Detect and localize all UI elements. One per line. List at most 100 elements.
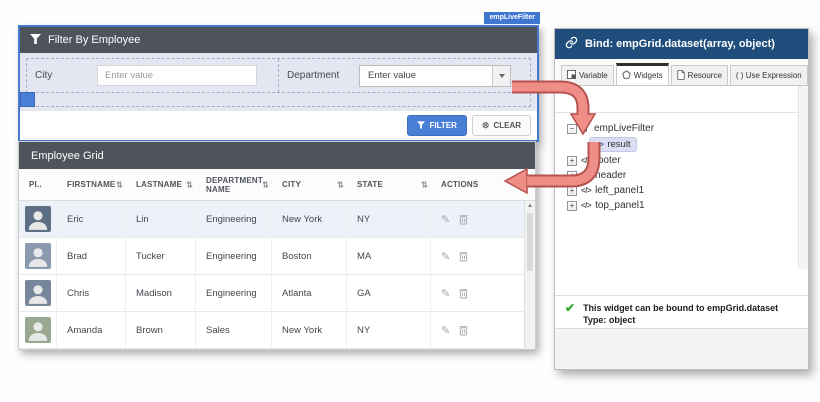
result-label: result bbox=[607, 139, 630, 150]
expand-icon[interactable]: + bbox=[567, 171, 577, 181]
filter-actions-bar: FILTER ⊗ CLEAR bbox=[20, 111, 537, 140]
bind-info-line1: This widget can be bound to empGrid.data… bbox=[583, 302, 778, 314]
sort-icon[interactable]: ⇅ bbox=[262, 180, 269, 189]
tab-variable[interactable]: Variable bbox=[561, 65, 614, 85]
widget-name-badge: empLiveFilter bbox=[484, 12, 540, 24]
bind-dialog: Bind: empGrid.dataset(array, object) Var… bbox=[554, 28, 809, 370]
expand-icon[interactable]: + bbox=[567, 201, 577, 211]
edit-icon[interactable]: ✎ bbox=[441, 287, 450, 300]
tree-node-label: footer bbox=[595, 155, 621, 166]
city-label: City bbox=[35, 70, 87, 81]
col-state: STATE⇅ bbox=[347, 169, 431, 200]
delete-icon[interactable] bbox=[459, 251, 468, 262]
sort-icon[interactable]: ⇅ bbox=[186, 180, 193, 189]
delete-icon[interactable] bbox=[459, 214, 468, 225]
edit-icon[interactable]: ✎ bbox=[441, 324, 450, 337]
table-row[interactable]: Chris Madison Engineering Atlanta GA ✎ bbox=[19, 275, 524, 312]
cell-firstname: Amanda bbox=[57, 312, 126, 348]
check-icon: ✔ bbox=[565, 302, 575, 329]
tree-node-left-panel[interactable]: + </> left_panel1 bbox=[555, 183, 808, 198]
cell-state: NY bbox=[347, 312, 431, 348]
table-row[interactable]: Amanda Brown Sales New York NY ✎ bbox=[19, 312, 524, 349]
filter-button[interactable]: FILTER bbox=[407, 115, 466, 136]
link-icon bbox=[565, 36, 578, 52]
col-actions: ACTIONS bbox=[431, 169, 535, 200]
tab-widgets[interactable]: Widgets bbox=[616, 63, 669, 85]
resource-icon bbox=[677, 70, 685, 82]
delete-icon[interactable] bbox=[459, 325, 468, 336]
code-icon: </> bbox=[581, 156, 591, 165]
result-chip[interactable]: <> result bbox=[589, 137, 637, 152]
filter-button-funnel-icon bbox=[417, 121, 425, 131]
delete-icon[interactable] bbox=[459, 288, 468, 299]
cell-city: New York bbox=[272, 201, 347, 237]
bind-tab-content: − empLiveFilter <> result + </> footer bbox=[555, 86, 808, 278]
cell-firstname: Brad bbox=[57, 238, 126, 274]
sort-icon[interactable]: ⇅ bbox=[337, 180, 344, 189]
city-input[interactable] bbox=[97, 65, 257, 86]
empty-form-row bbox=[26, 93, 531, 107]
sort-icon[interactable]: ⇅ bbox=[116, 180, 123, 189]
tree-node-footer[interactable]: + </> footer bbox=[555, 153, 808, 168]
expand-icon[interactable]: + bbox=[567, 156, 577, 166]
collapse-icon[interactable]: − bbox=[567, 124, 577, 134]
clear-icon: ⊗ bbox=[482, 120, 490, 131]
drag-handle[interactable] bbox=[20, 92, 35, 107]
grid-body: Eric Lin Engineering New York NY ✎ Brad … bbox=[19, 201, 535, 349]
avatar bbox=[25, 243, 51, 269]
cell-lastname: Tucker bbox=[126, 238, 196, 274]
cell-lastname: Brown bbox=[126, 312, 196, 348]
scroll-up-icon[interactable]: ▲ bbox=[525, 201, 535, 212]
filter-panel: Filter By Employee City Department Enter… bbox=[18, 25, 539, 142]
cell-department: Engineering bbox=[196, 238, 272, 274]
employee-grid-widget: Employee Grid PI.. FIRSTNAME⇅ LASTNAME⇅ … bbox=[18, 141, 536, 350]
table-row[interactable]: Eric Lin Engineering New York NY ✎ bbox=[19, 201, 524, 238]
code-icon: <> bbox=[595, 140, 603, 149]
tab-use-expression[interactable]: ( ) Use Expression bbox=[730, 65, 808, 85]
page-canvas: empLiveFilter Filter By Employee City De… bbox=[0, 0, 820, 402]
cell-department: Sales bbox=[196, 312, 272, 348]
filter-funnel-icon bbox=[30, 34, 41, 47]
sort-icon[interactable]: ⇅ bbox=[421, 180, 428, 189]
scrollbar-thumb[interactable] bbox=[527, 213, 533, 271]
cell-lastname: Madison bbox=[126, 275, 196, 311]
col-firstname: FIRSTNAME⇅ bbox=[57, 169, 126, 200]
cell-state: NY bbox=[347, 201, 431, 237]
clear-button[interactable]: ⊗ CLEAR bbox=[472, 115, 531, 136]
table-row[interactable]: Brad Tucker Engineering Boston MA ✎ bbox=[19, 238, 524, 275]
cell-city: New York bbox=[272, 312, 347, 348]
bind-tabs: Variable Widgets Resource ( ) Use Expres… bbox=[555, 59, 808, 86]
expand-icon[interactable]: + bbox=[567, 186, 577, 196]
clear-button-label: CLEAR bbox=[493, 121, 521, 130]
grid-column-header-row: PI.. FIRSTNAME⇅ LASTNAME⇅ DEPARTMENT NAM… bbox=[19, 169, 535, 201]
department-label: Department bbox=[287, 70, 349, 81]
department-field-group: Department Enter value bbox=[278, 59, 530, 92]
tree-node-label: left_panel1 bbox=[595, 185, 644, 196]
col-lastname: LASTNAME⇅ bbox=[126, 169, 196, 200]
edit-icon[interactable]: ✎ bbox=[441, 213, 450, 226]
cell-lastname: Lin bbox=[126, 201, 196, 237]
tree-node-result[interactable]: <> result bbox=[555, 136, 808, 153]
tab-resource[interactable]: Resource bbox=[671, 65, 728, 85]
bind-dialog-title: Bind: empGrid.dataset(array, object) bbox=[585, 38, 775, 50]
col-picture: PI.. bbox=[19, 169, 57, 200]
cell-city: Boston bbox=[272, 238, 347, 274]
tree-node-label: header bbox=[595, 170, 626, 181]
department-select[interactable]: Enter value bbox=[359, 65, 511, 87]
filter-button-label: FILTER bbox=[429, 121, 456, 130]
tree-node-header[interactable]: + </> header bbox=[555, 168, 808, 183]
code-icon: </> bbox=[581, 171, 591, 180]
code-icon: </> bbox=[581, 186, 591, 195]
avatar bbox=[25, 317, 51, 343]
tree-node-top-panel[interactable]: + </> top_panel1 bbox=[555, 198, 808, 213]
bind-info-message: ✔ This widget can be bound to empGrid.da… bbox=[555, 295, 808, 329]
tree-node-emplivefilter[interactable]: − empLiveFilter bbox=[555, 121, 808, 136]
filter-panel-title: Filter By Employee bbox=[48, 34, 140, 46]
bind-info-line2: Type: object bbox=[583, 314, 778, 326]
tree-scrollbar[interactable] bbox=[798, 86, 808, 269]
grid-scrollbar[interactable]: ▲ bbox=[524, 201, 535, 349]
code-icon: </> bbox=[581, 201, 591, 210]
edit-icon[interactable]: ✎ bbox=[441, 250, 450, 263]
cell-firstname: Chris bbox=[57, 275, 126, 311]
tree-toolbar bbox=[555, 86, 808, 113]
